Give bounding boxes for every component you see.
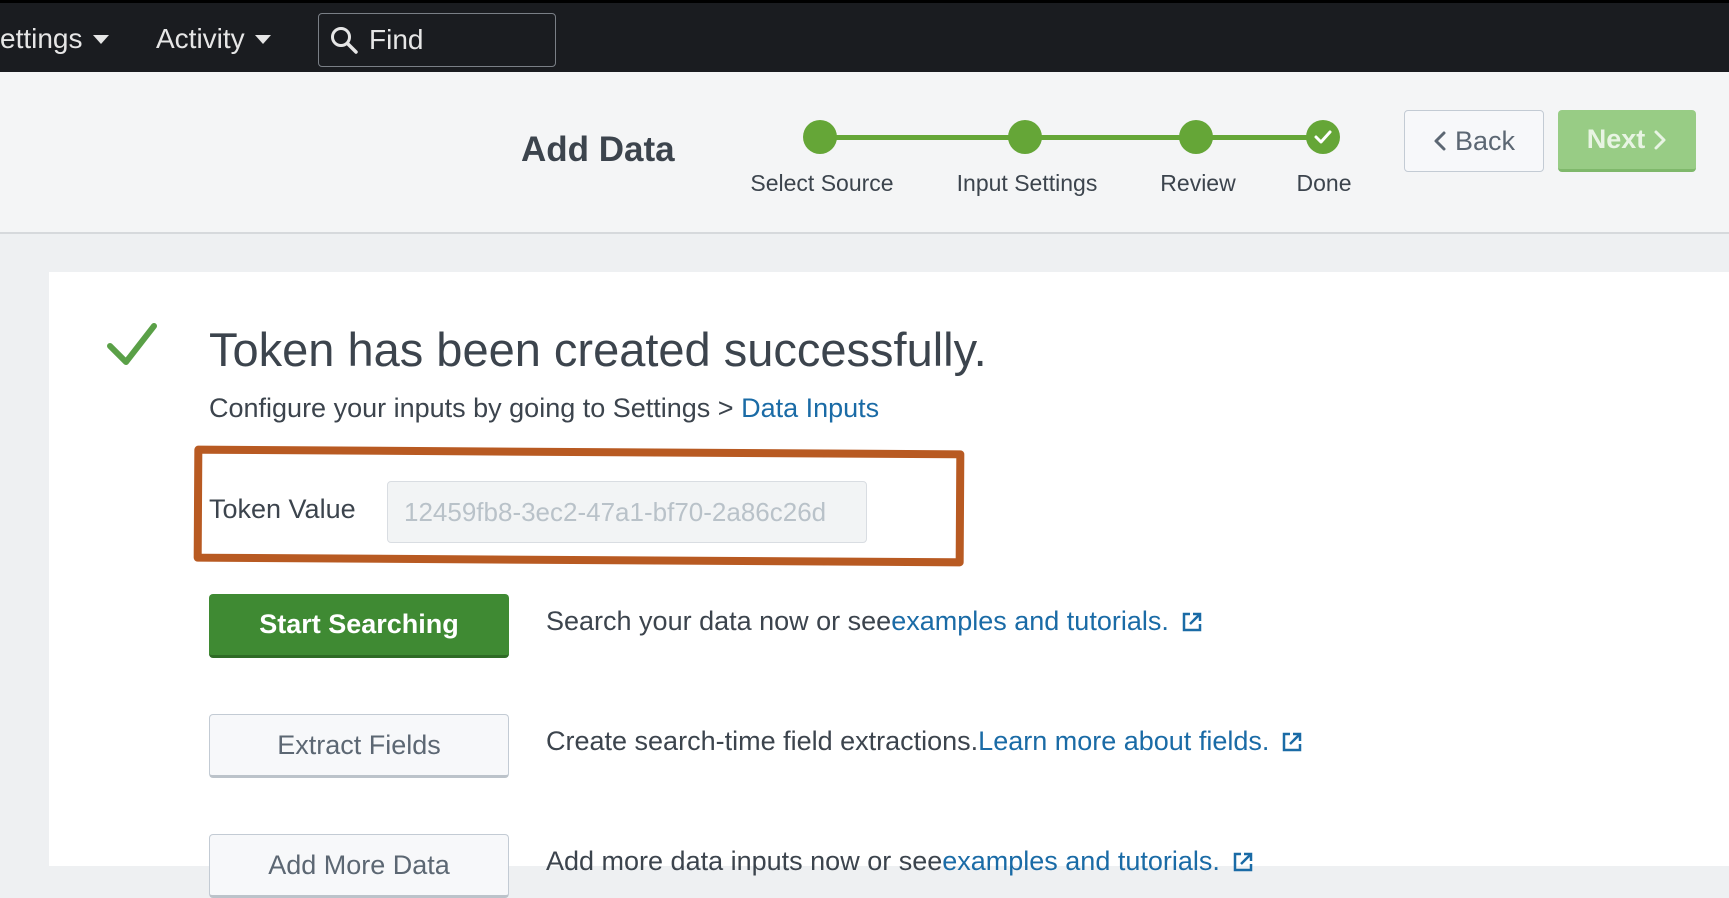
step-connector [1025, 135, 1196, 140]
external-link-icon[interactable] [1232, 851, 1254, 873]
description-text: Search your data now or see [546, 606, 892, 636]
add-more-data-description: Add more data inputs now or see examples… [546, 846, 1254, 877]
data-inputs-link[interactable]: Data Inputs [741, 393, 879, 423]
back-button[interactable]: Back [1404, 110, 1544, 172]
step-connector [820, 135, 1025, 140]
step-label-input-settings: Input Settings [956, 170, 1098, 196]
step-connector [1196, 135, 1323, 140]
caret-down-icon [92, 34, 109, 44]
settings-menu-label: ettings [0, 23, 83, 54]
activity-menu-label: Activity [156, 23, 245, 54]
settings-menu[interactable]: ettings [0, 3, 109, 75]
examples-tutorials-link[interactable]: examples and tutorials. [942, 846, 1220, 877]
description-text: Create search-time field extractions. [546, 726, 979, 756]
start-searching-button[interactable]: Start Searching [209, 594, 509, 658]
extract-fields-button[interactable]: Extract Fields [209, 714, 509, 778]
top-nav-bar: ettings Activity [0, 0, 1729, 72]
back-button-label: Back [1454, 125, 1516, 156]
step-dot-review [1179, 120, 1213, 154]
step-dot-input-settings [1008, 120, 1042, 154]
learn-more-fields-link[interactable]: Learn more about fields. [978, 726, 1269, 757]
description-text: Add more data inputs now or see [546, 846, 943, 876]
external-link-icon[interactable] [1181, 611, 1203, 633]
next-button[interactable]: Next [1558, 110, 1696, 172]
step-label-select-source: Select Source [750, 170, 894, 196]
search-icon [331, 27, 358, 54]
find-box[interactable] [318, 13, 556, 67]
extract-fields-description: Create search-time field extractions. Le… [546, 726, 1303, 757]
token-value-field[interactable] [387, 481, 867, 543]
chevron-left-icon [1434, 131, 1446, 151]
token-value-label: Token Value [209, 494, 356, 524]
check-icon [1314, 130, 1332, 144]
next-button-label: Next [1586, 124, 1646, 154]
start-searching-description: Search your data now or see examples and… [546, 606, 1203, 637]
add-data-header: Add Data Select Source Input Settings Re… [0, 72, 1729, 234]
caret-down-icon [254, 34, 271, 44]
step-dot-done [1306, 120, 1340, 154]
configure-text-prefix: Configure your inputs by going to Settin… [209, 393, 742, 423]
chevron-right-icon [1654, 130, 1666, 149]
success-title: Token has been created successfully. [209, 323, 987, 376]
find-input[interactable] [367, 23, 551, 57]
success-check-icon [107, 323, 157, 365]
examples-tutorials-link[interactable]: examples and tutorials. [891, 606, 1169, 637]
step-label-done: Done [1296, 170, 1352, 196]
configure-text: Configure your inputs by going to Settin… [209, 393, 879, 424]
page-title: Add Data [521, 130, 675, 169]
add-more-data-button[interactable]: Add More Data [209, 834, 509, 898]
activity-menu[interactable]: Activity [156, 3, 271, 75]
external-link-icon[interactable] [1281, 731, 1303, 753]
step-dot-select-source [803, 120, 837, 154]
step-label-review: Review [1160, 170, 1236, 196]
